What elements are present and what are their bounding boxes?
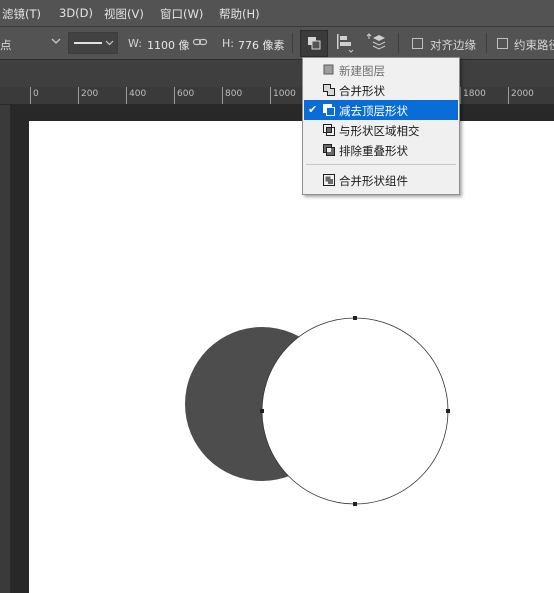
height-label: H:	[222, 37, 234, 50]
menu-separator	[306, 164, 456, 165]
document-tab-bar	[0, 60, 554, 87]
constrain-path-label: 约束路径	[514, 38, 554, 52]
ruler-label: 0	[33, 89, 39, 99]
stroke-type-label: 点	[0, 38, 12, 52]
menu-item-label: 合并形状组件	[339, 174, 408, 188]
anchor-point[interactable]	[446, 409, 450, 413]
menu-item-new-layer[interactable]: 新建图层	[304, 60, 458, 80]
anchor-point[interactable]	[353, 502, 357, 506]
menu-view[interactable]: 视图(V)	[104, 6, 144, 22]
width-label: W:	[128, 37, 142, 50]
menu-item-label: 与形状区域相交	[339, 124, 420, 138]
stroke-style-dropdown[interactable]	[68, 32, 118, 54]
subtract-front-shape-icon	[323, 104, 335, 116]
ruler-label: 1800	[463, 89, 486, 99]
constrain-path-checkbox[interactable]	[497, 38, 508, 49]
path-operations-icon	[308, 37, 321, 50]
ruler-label: 600	[177, 89, 195, 99]
checkmark-icon: ✔	[308, 103, 318, 116]
path-operations-button[interactable]	[300, 30, 328, 57]
menu-item-exclude-overlapping-shapes[interactable]: 排除重叠形状	[304, 140, 458, 160]
stroke-width-dropdown-arrow[interactable]	[50, 35, 62, 50]
path-operations-menu: 新建图层 合并形状 ✔ 减去顶层形状 与形状区域相交 排除重叠形状 合并形状组件	[302, 57, 460, 195]
document-canvas[interactable]	[29, 121, 554, 593]
vertical-ruler	[0, 105, 11, 593]
options-bar: 点 W: 1100 像 H: 776 像素 对齐边缘 约束路径	[0, 27, 554, 60]
ruler-label: 200	[81, 89, 99, 99]
path-alignment-icon	[337, 34, 354, 53]
menu-item-subtract-front-shape[interactable]: ✔ 减去顶层形状	[304, 100, 458, 120]
canvas-artwork	[185, 316, 450, 506]
horizontal-ruler: 0 200 400 600 800 1000 1800 2000	[0, 87, 554, 105]
ruler-label: 800	[225, 89, 243, 99]
chevron-down-icon	[51, 38, 61, 44]
align-edges-checkbox[interactable]	[412, 38, 423, 49]
ruler-label: 400	[129, 89, 147, 99]
menu-item-merge-shape-components[interactable]: 合并形状组件	[304, 170, 458, 190]
anchor-point[interactable]	[353, 316, 357, 320]
path-arrangement-button[interactable]	[366, 32, 388, 57]
solid-line-icon	[74, 42, 102, 44]
menu-help[interactable]: 帮助(H)	[219, 6, 260, 22]
menu-3d[interactable]: 3D(D)	[59, 6, 93, 20]
menu-item-label: 新建图层	[339, 64, 385, 78]
merge-shape-components-icon	[323, 174, 335, 186]
divider	[486, 33, 487, 53]
new-layer-icon	[323, 64, 334, 75]
menu-item-combine-shapes[interactable]: 合并形状	[304, 80, 458, 100]
menu-filter[interactable]: 滤镜(T)	[2, 6, 41, 22]
menu-item-intersect-shape-areas[interactable]: 与形状区域相交	[304, 120, 458, 140]
path-arrangement-icon	[366, 33, 386, 50]
ruler-label: 1000	[273, 89, 296, 99]
path-alignment-button[interactable]	[336, 33, 354, 56]
align-edges-label: 对齐边缘	[430, 38, 476, 52]
link-icon[interactable]	[192, 35, 208, 52]
divider	[398, 33, 399, 53]
menu-item-label: 合并形状	[339, 84, 385, 98]
ruler-label: 2000	[511, 89, 534, 99]
width-field[interactable]: 1100 像	[147, 37, 190, 53]
combine-shapes-icon	[323, 84, 335, 96]
chevron-down-icon	[105, 40, 114, 46]
anchor-point[interactable]	[260, 409, 264, 413]
divider	[292, 33, 293, 53]
menu-item-label: 减去顶层形状	[339, 104, 408, 118]
menu-bar: 滤镜(T) 3D(D) 视图(V) 窗口(W) 帮助(H)	[0, 0, 554, 27]
intersect-shape-areas-icon	[323, 124, 335, 136]
height-field[interactable]: 776 像素	[238, 37, 285, 53]
exclude-overlapping-shapes-icon	[323, 144, 335, 156]
menu-window[interactable]: 窗口(W)	[160, 6, 203, 22]
menu-item-label: 排除重叠形状	[339, 144, 408, 158]
